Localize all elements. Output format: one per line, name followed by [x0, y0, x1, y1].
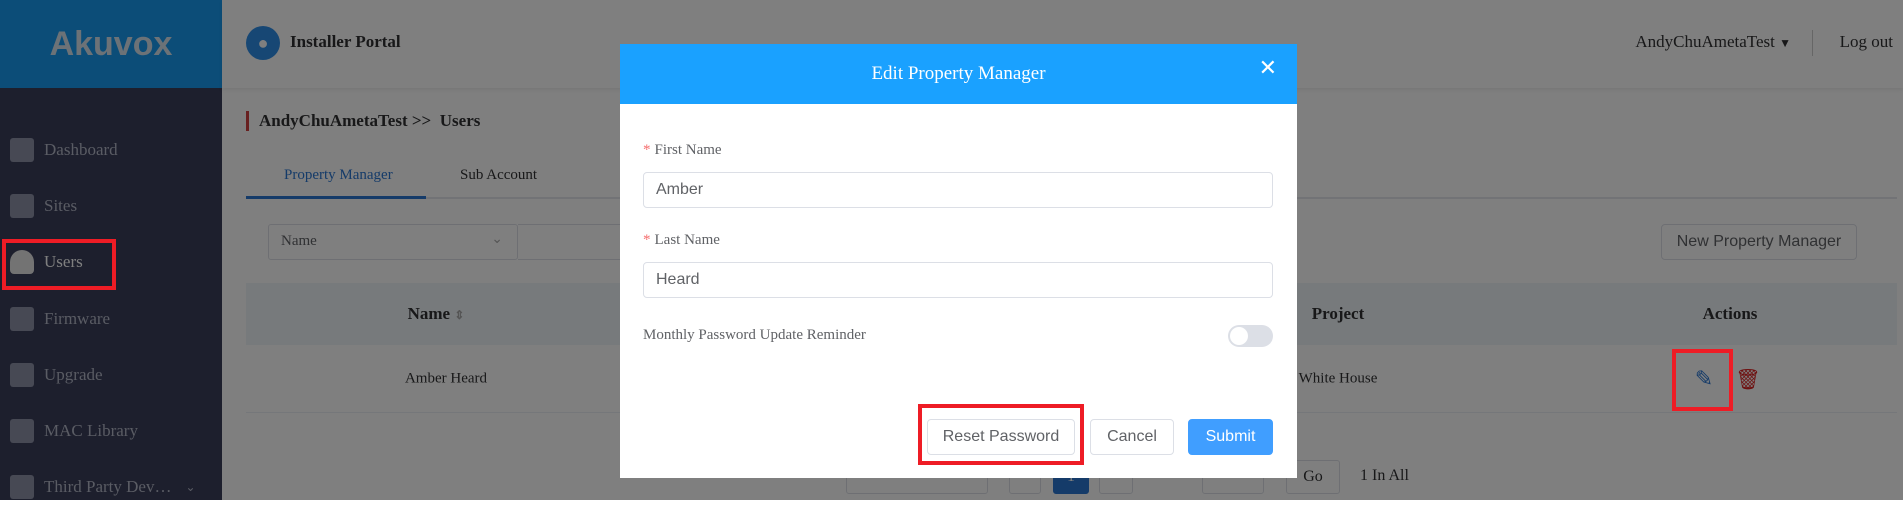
dialog-title: Edit Property Manager	[620, 44, 1297, 104]
last-name-label: * Last Name	[643, 232, 720, 249]
required-asterisk: *	[643, 232, 651, 248]
highlight-box-reset-password	[918, 404, 1084, 465]
last-name-input[interactable]	[643, 262, 1273, 298]
label-text: First Name	[654, 142, 722, 158]
first-name-label: * First Name	[643, 142, 722, 159]
first-name-input[interactable]	[643, 172, 1273, 208]
highlight-box-users	[2, 239, 116, 290]
label-text: Last Name	[654, 232, 720, 248]
reminder-label: Monthly Password Update Reminder	[643, 327, 866, 343]
required-asterisk: *	[643, 142, 651, 158]
highlight-box-edit	[1672, 349, 1733, 411]
submit-button[interactable]: Submit	[1188, 419, 1273, 455]
close-icon[interactable]: ✕	[1259, 56, 1277, 81]
cancel-button[interactable]: Cancel	[1090, 419, 1174, 455]
reminder-toggle[interactable]	[1228, 325, 1273, 347]
